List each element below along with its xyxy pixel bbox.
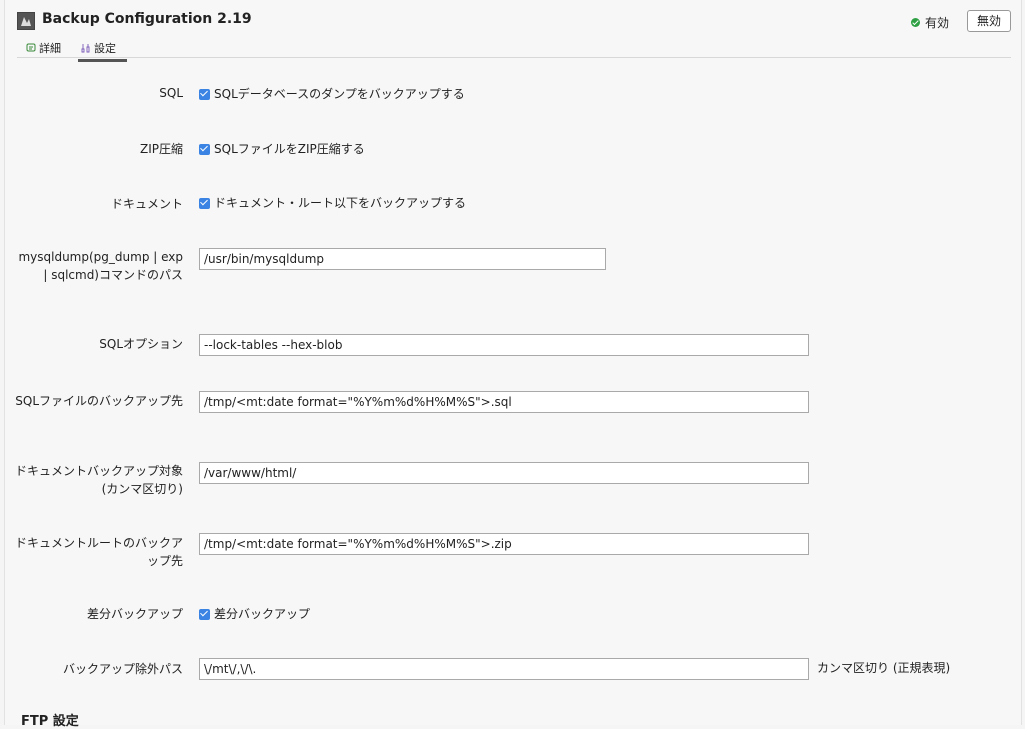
detail-icon bbox=[26, 43, 36, 52]
ftp-section-heading: FTP 設定 bbox=[21, 714, 79, 729]
exclude-path-hint: カンマ区切り (正規表現) bbox=[817, 661, 951, 675]
plugin-title: Backup Configuration 2.19 bbox=[42, 11, 252, 27]
diff-backup-checkbox-label: 差分バックアップ bbox=[214, 607, 311, 621]
mysqldump-path-input[interactable] bbox=[199, 248, 606, 270]
status-ok-icon bbox=[910, 18, 920, 27]
doc-backup-target-input[interactable] bbox=[199, 462, 809, 484]
sql-options-label: SQLオプション bbox=[99, 337, 183, 351]
sql-checkbox-label: SQLデータベースのダンプをバックアップする bbox=[214, 87, 465, 101]
tabs-divider bbox=[17, 57, 1011, 58]
sql-checkbox-row[interactable]: SQLデータベースのダンプをバックアップする bbox=[199, 85, 465, 102]
sql-options-input[interactable] bbox=[199, 334, 809, 356]
doc-backup-target-label: ドキュメントバックアップ対象(カンマ区切り) bbox=[14, 464, 183, 496]
document-label: ドキュメント bbox=[110, 197, 183, 211]
status-label: 有効 bbox=[924, 16, 949, 30]
sql-checkbox[interactable] bbox=[199, 88, 210, 100]
document-checkbox-label: ドキュメント・ルート以下をバックアップする bbox=[214, 196, 467, 210]
plugin-icon bbox=[17, 12, 35, 30]
sql-backup-dest-label: SQLファイルのバックアップ先 bbox=[15, 394, 183, 408]
mysqldump-path-label: mysqldump(pg_dump | exp | sqlcmd)コマンドのパス bbox=[18, 250, 183, 282]
document-checkbox[interactable] bbox=[199, 197, 210, 209]
tab-settings-label: 設定 bbox=[94, 42, 116, 55]
exclude-path-input[interactable] bbox=[199, 658, 809, 680]
zip-checkbox-row[interactable]: SQLファイルをZIP圧縮する bbox=[199, 140, 365, 157]
diff-backup-label: 差分バックアップ bbox=[86, 607, 183, 621]
document-checkbox-row[interactable]: ドキュメント・ルート以下をバックアップする bbox=[199, 194, 466, 211]
zip-checkbox-label: SQLファイルをZIP圧縮する bbox=[214, 142, 365, 156]
tab-details[interactable]: 詳細 bbox=[23, 38, 64, 59]
zip-checkbox[interactable] bbox=[199, 143, 210, 155]
doc-root-backup-dest-input[interactable] bbox=[199, 533, 809, 555]
diff-backup-checkbox[interactable] bbox=[199, 608, 210, 620]
diff-backup-checkbox-row[interactable]: 差分バックアップ bbox=[199, 605, 310, 622]
sql-label: SQL bbox=[159, 86, 183, 100]
settings-icon bbox=[81, 44, 90, 53]
tab-bar: 詳細 設定 bbox=[23, 38, 127, 62]
tab-settings[interactable]: 設定 bbox=[78, 38, 127, 62]
sql-backup-dest-input[interactable] bbox=[199, 391, 809, 413]
tab-details-label: 詳細 bbox=[39, 42, 61, 55]
doc-root-backup-dest-label: ドキュメントルートのバックアップ先 bbox=[14, 536, 183, 568]
plugin-settings-panel: Backup Configuration 2.19 有効 無効 詳細 設定 SQ… bbox=[4, 0, 1022, 729]
exclude-path-label: バックアップ除外パス bbox=[62, 662, 183, 676]
plugin-status: 有効 bbox=[910, 14, 949, 31]
disable-button[interactable]: 無効 bbox=[967, 10, 1011, 32]
zip-label: ZIP圧縮 bbox=[140, 142, 183, 156]
